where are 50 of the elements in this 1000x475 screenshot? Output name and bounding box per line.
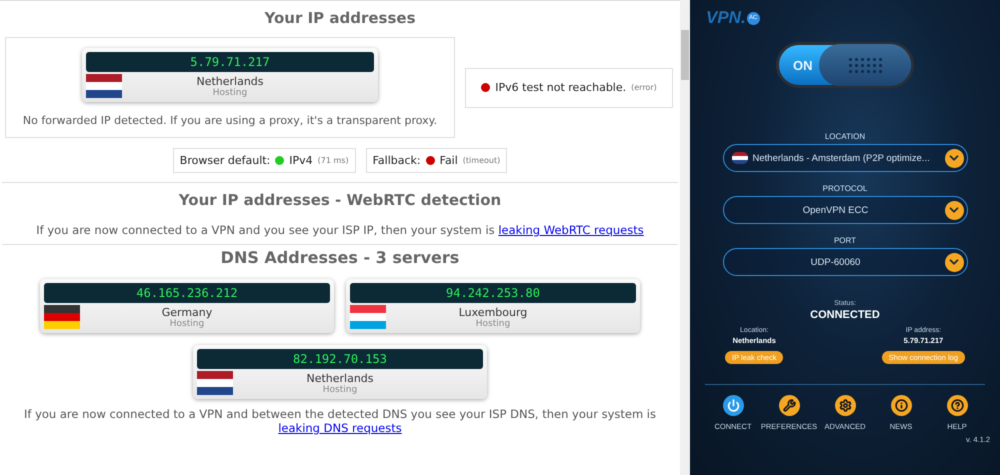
connection-status: CONNECTED [810,309,880,321]
ip-type: Hosting [322,384,358,394]
check-note: (timeout) [462,156,500,165]
flag-icon [86,74,122,98]
country-name: Netherlands [196,74,264,88]
section-title: DNS Addresses - 3 servers [220,248,460,267]
ip-type: Hosting [170,318,204,328]
ipv6-status: IPv6 test not reachable. [495,81,626,94]
section-title: Your IP addresses [264,9,416,27]
dropdown[interactable]: Netherlands - Amsterdam (P2P optimize... [722,144,968,172]
dns-note: If you are now connected to a VPN and between the detected DNS you see your ISP DNS, then your system is leaking DNS requests [23,407,657,435]
country-name: Germany [162,306,212,318]
info-icon[interactable] [890,395,912,416]
wrench-icon[interactable] [778,395,800,416]
check-value: Fail [440,154,458,167]
select-label: PROTOCOL [822,184,868,193]
country-name: Luxembourg [458,306,528,318]
webrtc-note: If you are now connected to a VPN and you see your ISP IP, then your system is leaking WebRTC requests [35,223,645,237]
status-note: (error) [631,83,657,92]
gear-icon[interactable] [834,395,856,416]
check-note: (71 ms) [318,156,349,165]
chevron-icon [944,252,964,272]
check-label: Fallback: [372,154,421,167]
flag-icon [350,305,386,329]
ip-display: 82.192.70.153 [197,349,483,369]
select-label: LOCATION [824,132,866,141]
chevron-icon [944,200,964,220]
country-name: Netherlands [306,372,374,384]
dropdown[interactable]: OpenVPN ECC [722,196,968,224]
logo-text: VPN. [706,8,746,28]
ip-type: Hosting [476,318,510,328]
dropdown[interactable]: UDP-60060 [722,248,968,276]
section-title: Your IP addresses - WebRTC detection [178,191,502,209]
flag-icon [197,371,233,395]
forward-note: No forwarded IP detected. If you are using a proxy, it's a transparent proxy. [22,114,438,127]
ip-display: 46.165.236.212 [44,283,330,303]
flag-icon [732,152,748,164]
chevron-icon [944,148,964,168]
ip-type: Hosting [212,88,248,98]
ip-display: 94.242.253.80 [350,283,636,303]
flag-icon [44,305,80,329]
webrtc-link[interactable]: leaking WebRTC requests [498,223,644,237]
check-value: IPv4 [289,154,313,167]
ip-display: 5.79.71.217 [86,52,374,72]
check-label: Browser default: [180,154,270,167]
select-label: PORT [834,236,856,245]
scrollbar[interactable] [680,0,690,475]
help-icon[interactable] [946,395,968,416]
power-icon[interactable] [722,395,744,416]
dns-link[interactable]: leaking DNS requests [278,421,402,435]
